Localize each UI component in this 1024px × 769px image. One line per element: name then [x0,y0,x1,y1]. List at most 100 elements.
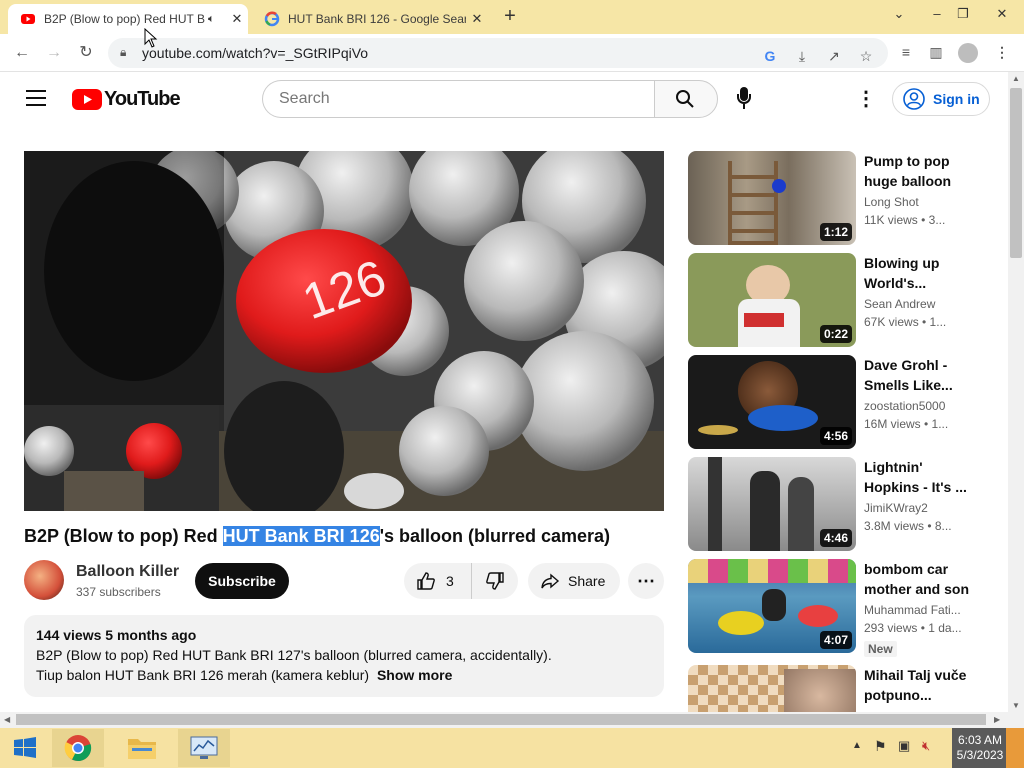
more-actions-button[interactable]: ⋯ [628,563,664,599]
like-count: 3 [446,573,454,589]
windows-taskbar: ▲ ⚑ ▣ 🔇︎ [0,728,1024,768]
tab-youtube[interactable]: B2P (Blow to pop) Red HUT B 🔈︎ ✕ [8,4,248,34]
back-button[interactable]: ← [10,41,34,65]
video-thumbnail[interactable]: 0:22 [688,253,856,347]
video-title-selection: HUT Bank BRI 126 [222,526,380,546]
tab-title: B2P (Blow to pop) Red HUT B [44,12,205,26]
dislike-button[interactable] [472,563,518,599]
youtube-logo[interactable]: YouTube [72,88,181,111]
recommended-title[interactable]: Mihail Talj vuče potpuno... [864,665,972,705]
taskbar-chrome[interactable] [52,729,104,767]
channel-name[interactable]: Balloon Killer [76,563,179,581]
share-label: Share [568,573,606,589]
video-player[interactable]: 126 [24,151,664,511]
side-panel-icon[interactable]: ▥ [926,42,946,62]
search-button[interactable] [654,80,718,118]
recommended-title[interactable]: Dave Grohl - Smells Like... [864,355,972,395]
start-button[interactable] [6,732,44,764]
recommended-channel[interactable]: JimiKWray2 [864,501,928,515]
horizontal-scrollbar-thumb[interactable] [16,714,986,725]
address-bar[interactable]: 🔒︎ youtube.com/watch?v=_SGtRIPqiVo G ⤓ ↗… [108,38,888,68]
recommended-video[interactable]: Mihail Talj vuče potpuno... [688,665,988,712]
profile-avatar-icon[interactable] [958,43,978,63]
scroll-left-arrow-icon[interactable]: ◀ [4,715,10,724]
tab-google[interactable]: HUT Bank BRI 126 - Google Sear ✕ [252,4,488,34]
recommended-channel[interactable]: Muhammad Fati... [864,603,961,617]
subscribe-button[interactable]: Subscribe [195,563,289,599]
folder-icon [128,739,156,759]
recommended-views: 16M views • 1... [864,417,949,431]
lock-icon[interactable]: 🔒︎ [120,45,126,60]
description-box[interactable]: 144 views 5 months ago B2P (Blow to pop)… [24,615,664,697]
video-thumbnail[interactable]: 4:07 [688,559,856,653]
voice-search-microphone-icon[interactable] [734,87,754,111]
forward-button[interactable]: → [42,41,66,65]
speaker-icon[interactable]: 🔈︎ [208,13,226,26]
recommended-video[interactable]: 1:12 Pump to pop huge balloon Long Shot … [688,151,988,247]
clock-time: 6:03 AM [957,733,1003,747]
new-tab-button[interactable]: + [498,6,522,28]
description-line-2: Tiup balon HUT Bank BRI 126 merah (kamer… [36,667,652,683]
close-tab-icon[interactable]: ✕ [466,11,488,27]
action-center-flag-icon[interactable]: ⚑ [874,738,887,755]
recommended-channel[interactable]: Long Shot [864,195,919,209]
google-lens-icon[interactable]: G [760,46,780,66]
recommended-channel[interactable]: Sean Andrew [864,297,935,311]
recommended-video[interactable]: 4:56 Dave Grohl - Smells Like... zoostat… [688,355,988,451]
taskbar-app-window[interactable] [178,729,230,767]
video-duration: 4:07 [819,631,852,649]
settings-menu-icon[interactable]: ⋮ [856,86,876,111]
recommended-title[interactable]: Blowing up World's... [864,253,972,293]
video-thumbnail[interactable]: 4:46 [688,457,856,551]
close-window-button[interactable]: ✕ [980,0,1024,30]
show-hidden-icons-icon[interactable]: ▲ [852,740,862,751]
recommended-channel[interactable]: zoostation5000 [864,399,945,413]
close-tab-icon[interactable]: ✕ [226,11,248,27]
search-icon [676,90,694,108]
recommended-views: 11K views • 3... [864,213,946,227]
recommended-views: 67K views • 1... [864,315,947,329]
url-text[interactable]: youtube.com/watch?v=_SGtRIPqiVo [142,45,368,61]
new-badge: New [864,641,897,657]
video-title-part: B2P (Blow to pop) Red [24,526,223,546]
taskbar-file-explorer[interactable] [116,729,168,767]
restore-button[interactable]: ❐ [948,0,978,30]
thumbs-up-icon [417,572,435,590]
recommended-views: 293 views • 1 da... [864,621,962,635]
system-clock[interactable]: 6:03 AM 5/3/2023 [954,733,1006,763]
video-thumbnail[interactable]: 4:56 [688,355,856,449]
tab-search-chevron-icon[interactable]: ⌄ [884,0,914,30]
video-duration: 0:22 [819,325,852,343]
volume-muted-icon[interactable]: 🔇︎ [922,738,930,754]
recommended-video[interactable]: 0:22 Blowing up World's... Sean Andrew 6… [688,253,988,349]
scroll-right-arrow-icon[interactable]: ▶ [994,715,1000,724]
reload-button[interactable]: ↻ [74,41,98,65]
video-thumbnail[interactable] [688,665,856,712]
install-app-icon[interactable]: ⤓ [792,46,812,66]
hamburger-menu-icon[interactable] [26,90,46,106]
network-icon[interactable]: ▣ [898,738,910,754]
bookmark-star-icon[interactable]: ☆ [856,46,876,66]
share-button[interactable]: Share [528,563,620,599]
recommended-title[interactable]: Pump to pop huge balloon [864,151,972,191]
video-thumbnail[interactable]: 1:12 [688,151,856,245]
scroll-up-arrow-icon[interactable]: ▲ [1012,74,1020,83]
recommended-title[interactable]: Lightnin' Hopkins - It's ... [864,457,972,497]
vertical-scrollbar-thumb[interactable] [1010,88,1022,258]
video-title: B2P (Blow to pop) Red HUT Bank BRI 126's… [24,526,610,547]
recommended-video[interactable]: 4:07 bombom car mother and son Muhammad … [688,559,988,657]
recommended-video[interactable]: 4:46 Lightnin' Hopkins - It's ... JimiKW… [688,457,988,553]
sign-in-button[interactable]: Sign in [892,82,990,116]
like-button[interactable]: 3 [404,563,472,599]
search-input[interactable] [262,80,654,118]
media-control-icon[interactable]: ≡ [896,42,916,62]
share-icon[interactable]: ↗ [824,46,844,66]
video-duration: 4:46 [819,529,852,547]
like-dislike-group: 3 [404,563,518,599]
browser-menu-icon[interactable]: ⋮ [992,42,1012,62]
notification-corner[interactable] [1006,728,1024,768]
recommended-title[interactable]: bombom car mother and son [864,559,972,599]
show-more-link[interactable]: Show more [377,667,452,683]
scroll-down-arrow-icon[interactable]: ▼ [1012,701,1020,710]
channel-avatar[interactable] [24,560,64,600]
